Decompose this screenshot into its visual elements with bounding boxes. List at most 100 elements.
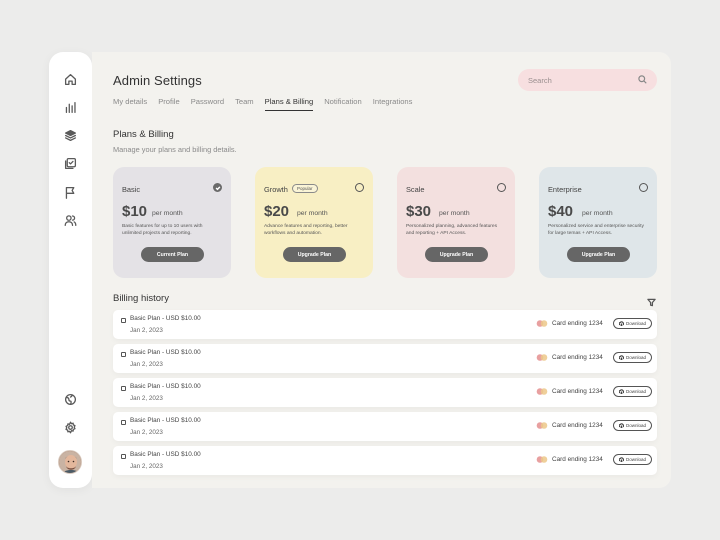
plan-card-enterprise[interactable]: Enterprise $40 per month Personalized se…	[539, 167, 657, 278]
plan-price: $40	[548, 203, 574, 220]
table-row: Basic Plan - USD $10.00 Jan 2, 2023 Card e…	[113, 310, 657, 339]
popular-badge: Popular	[292, 184, 318, 193]
mastercard-icon	[536, 422, 548, 429]
table-row: Basic Plan - USD $10.00 Jan 2, 2023 Card e…	[113, 344, 657, 373]
mastercard-icon	[536, 320, 548, 327]
plan-name: Enterprise	[548, 185, 582, 194]
upgrade-plan-button[interactable]: Upgrade Plan	[283, 247, 346, 262]
plan-name: Basic	[122, 185, 141, 194]
plan-period: per month	[152, 210, 183, 217]
row-plan: Basic Plan - USD $10.00	[130, 417, 201, 424]
plan-radio[interactable]	[355, 183, 364, 192]
download-button[interactable]: Download	[613, 454, 652, 465]
row-checkbox[interactable]	[121, 420, 126, 425]
download-label: Download	[625, 389, 646, 394]
table-row: Basic Plan - USD $10.00 Jan 2, 2023 Card e…	[113, 446, 657, 475]
row-date: Jan 2, 2023	[130, 327, 163, 334]
plan-card-basic[interactable]: Basic $10 per month Basic features for u…	[113, 167, 231, 278]
plan-description: Basic features for up to 10 users with u…	[122, 224, 203, 236]
plans-section-subtitle: Manage your plans and billing details.	[113, 145, 237, 154]
plan-description: Personalized planning, advanced features…	[406, 224, 498, 236]
search-box[interactable]	[518, 69, 657, 91]
plans-section-title: Plans & Billing	[113, 129, 174, 140]
plan-description: Personalized service and enterprise secu…	[548, 224, 644, 236]
row-date: Jan 2, 2023	[130, 361, 163, 368]
plan-radio-selected[interactable]	[213, 183, 222, 192]
row-card: Card ending 1234	[552, 354, 603, 361]
plan-period: per month	[439, 210, 470, 217]
sidebar	[49, 52, 92, 488]
tab-plans-billing[interactable]: Plans & Billing	[264, 97, 314, 111]
row-checkbox[interactable]	[121, 352, 126, 357]
download-button[interactable]: Download	[613, 352, 652, 363]
billing-history-title: Billing history	[113, 293, 169, 304]
home-icon[interactable]	[63, 72, 78, 87]
download-button[interactable]: Download	[613, 420, 652, 431]
row-plan: Basic Plan - USD $10.00	[130, 383, 201, 390]
globe-icon[interactable]	[63, 392, 78, 407]
table-row: Basic Plan - USD $10.00 Jan 2, 2023 Card e…	[113, 412, 657, 441]
search-input[interactable]	[528, 75, 638, 85]
cloud-download-icon	[618, 389, 624, 394]
mastercard-icon	[536, 388, 548, 395]
plan-period: per month	[297, 210, 328, 217]
row-plan: Basic Plan - USD $10.00	[130, 451, 201, 458]
row-date: Jan 2, 2023	[130, 395, 163, 402]
tab-profile[interactable]: Profile	[158, 97, 180, 111]
row-card: Card ending 1234	[552, 320, 603, 327]
cloud-download-icon	[618, 457, 624, 462]
plan-period: per month	[582, 210, 613, 217]
plan-description: Advance features and reporting, better w…	[264, 224, 348, 236]
table-row: Basic Plan - USD $10.00 Jan 2, 2023 Card e…	[113, 378, 657, 407]
download-label: Download	[625, 321, 646, 326]
plan-card-growth[interactable]: Growth Popular $20 per month Advance fea…	[255, 167, 373, 278]
cloud-download-icon	[618, 355, 624, 360]
layers-icon[interactable]	[63, 128, 78, 143]
plan-price: $10	[122, 203, 148, 220]
plan-card-scale[interactable]: Scale $30 per month Personalized plannin…	[397, 167, 515, 278]
users-icon[interactable]	[63, 213, 78, 228]
current-plan-button[interactable]: Current Plan	[141, 247, 204, 262]
page-title: Admin Settings	[113, 73, 202, 88]
plan-name: Growth	[264, 185, 288, 194]
row-card: Card ending 1234	[552, 422, 603, 429]
plan-price: $30	[406, 203, 432, 220]
row-checkbox[interactable]	[121, 318, 126, 323]
cloud-download-icon	[618, 423, 624, 428]
plan-price: $20	[264, 203, 290, 220]
filter-icon[interactable]	[647, 294, 656, 307]
download-button[interactable]: Download	[613, 318, 652, 329]
tab-integrations[interactable]: Integrations	[373, 97, 413, 111]
tab-password[interactable]: Password	[191, 97, 224, 111]
cloud-download-icon	[618, 321, 624, 326]
flag-icon[interactable]	[63, 185, 78, 200]
main-panel: Admin Settings My details Profile Passwo…	[92, 52, 671, 488]
checklist-icon[interactable]	[63, 156, 78, 171]
avatar[interactable]	[58, 450, 82, 474]
search-icon[interactable]	[638, 71, 647, 89]
row-date: Jan 2, 2023	[130, 429, 163, 436]
bar-chart-icon[interactable]	[63, 100, 78, 115]
plan-name: Scale	[406, 185, 425, 194]
row-plan: Basic Plan - USD $10.00	[130, 349, 201, 356]
download-label: Download	[625, 423, 646, 428]
download-label: Download	[625, 355, 646, 360]
download-label: Download	[625, 457, 646, 462]
plan-radio[interactable]	[497, 183, 506, 192]
mastercard-icon	[536, 456, 548, 463]
row-checkbox[interactable]	[121, 386, 126, 391]
download-button[interactable]: Download	[613, 386, 652, 397]
upgrade-plan-button[interactable]: Upgrade Plan	[567, 247, 630, 262]
mastercard-icon	[536, 354, 548, 361]
row-checkbox[interactable]	[121, 454, 126, 459]
row-date: Jan 2, 2023	[130, 463, 163, 470]
billing-list: Basic Plan - USD $10.00 Jan 2, 2023 Card e…	[113, 310, 657, 480]
row-card: Card ending 1234	[552, 388, 603, 395]
upgrade-plan-button[interactable]: Upgrade Plan	[425, 247, 488, 262]
gear-icon[interactable]	[63, 420, 78, 435]
tab-my-details[interactable]: My details	[113, 97, 147, 111]
tab-notification[interactable]: Notification	[324, 97, 362, 111]
row-plan: Basic Plan - USD $10.00	[130, 315, 201, 322]
plan-radio[interactable]	[639, 183, 648, 192]
tab-team[interactable]: Team	[235, 97, 254, 111]
